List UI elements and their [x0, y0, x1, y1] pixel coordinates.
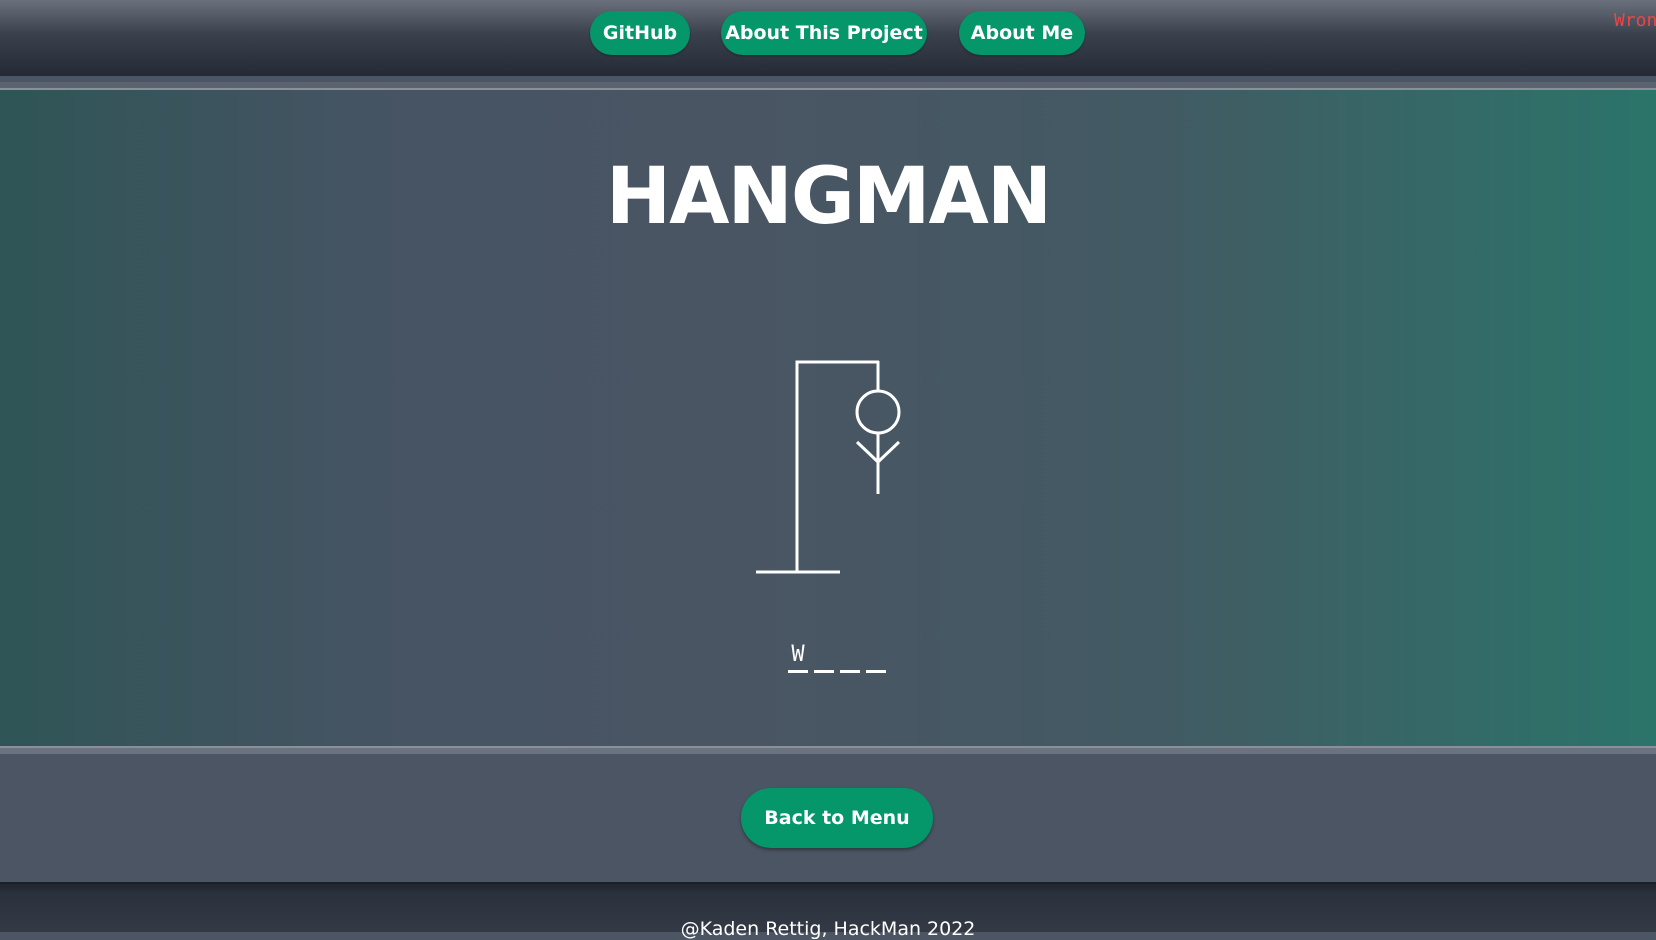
letter-underline [788, 670, 808, 673]
hangman-left-arm [855, 440, 880, 464]
top-navbar: GitHub About This Project About Me Wrong [0, 0, 1656, 76]
letter-slot [866, 642, 886, 678]
hangman-right-arm [876, 440, 901, 464]
letter-slot: W [788, 642, 808, 678]
about-project-nav-button[interactable]: About This Project [721, 11, 927, 55]
action-area: Back to Menu [0, 754, 1656, 882]
github-nav-button[interactable]: GitHub [590, 11, 690, 55]
letter-slot [814, 642, 834, 678]
letter-underline [814, 670, 834, 673]
letter-underline [840, 670, 860, 673]
wrong-guesses-label: Wrong [1614, 10, 1656, 31]
letter-underline [866, 670, 886, 673]
game-area: HANGMAN W [0, 90, 1656, 746]
hangman-head [855, 389, 901, 435]
footer-credit: @Kaden Rettig, HackMan 2022 [680, 918, 976, 940]
about-me-nav-button[interactable]: About Me [959, 11, 1085, 55]
top-divider [0, 76, 1656, 90]
nav-bar: GitHub About This Project About Me [0, 11, 1656, 55]
letter-char: W [791, 642, 805, 667]
back-to-menu-button[interactable]: Back to Menu [741, 788, 933, 848]
word-display: W [786, 642, 896, 678]
hangman-drawing [756, 360, 901, 574]
footer: @Kaden Rettig, HackMan 2022 [0, 882, 1656, 940]
game-title: HANGMAN [605, 152, 1052, 242]
letter-slot [840, 642, 860, 678]
